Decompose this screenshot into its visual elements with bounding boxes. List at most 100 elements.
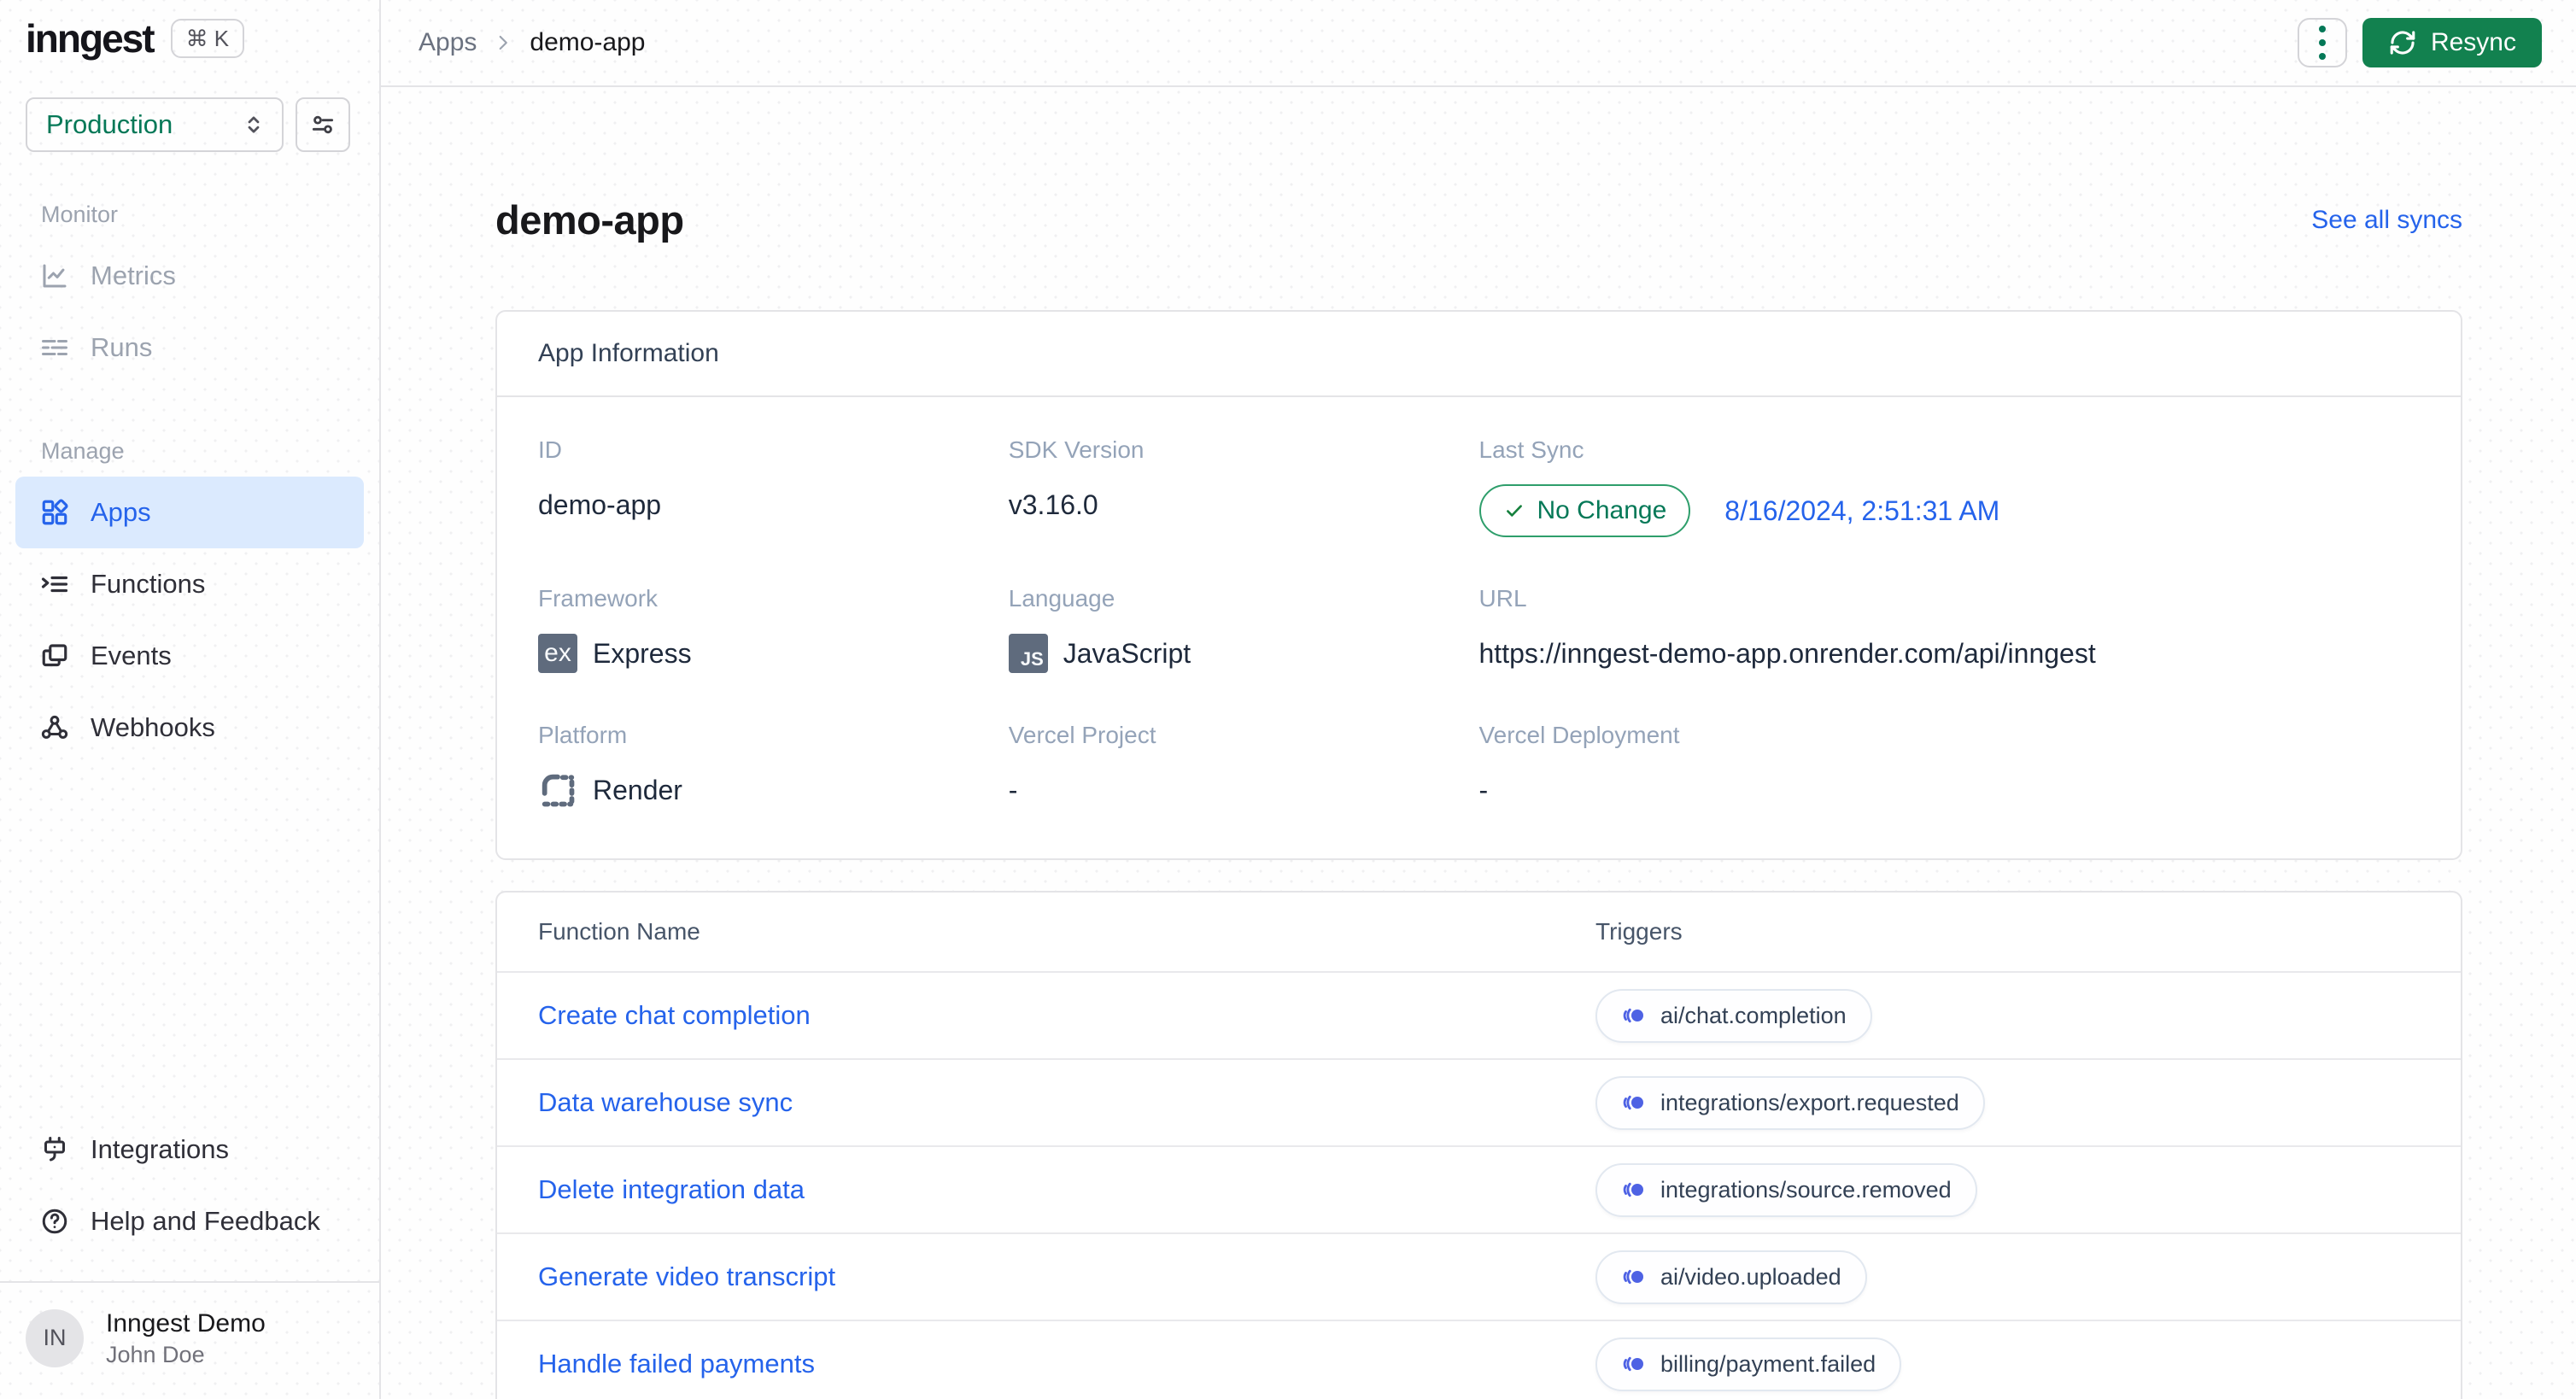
kebab-dot — [2318, 53, 2326, 60]
metrics-icon — [39, 260, 70, 291]
user-name: Inngest Demo — [106, 1308, 266, 1338]
trigger-label: billing/payment.failed — [1660, 1350, 1876, 1377]
apps-icon — [39, 497, 70, 528]
trigger-badge[interactable]: ai/chat.completion — [1595, 988, 1872, 1043]
resync-button[interactable]: Resync — [2362, 18, 2542, 67]
environment-selector[interactable]: Production — [26, 97, 284, 152]
sidebar-item-label: Metrics — [91, 260, 176, 290]
field-value: Render — [593, 774, 682, 805]
field-label: Language — [1008, 585, 1115, 612]
sidebar-footer: Integrations Help and Feedback — [0, 1114, 379, 1281]
sidebar-item-runs[interactable]: Runs — [15, 312, 364, 383]
field-platform: Platform Render — [538, 722, 1009, 811]
trigger-label: integrations/export.requested — [1660, 1089, 1959, 1115]
sidebar-item-label: Apps — [91, 497, 151, 527]
sidebar-item-functions[interactable]: Functions — [15, 548, 364, 620]
field-label: Vercel Deployment — [1478, 722, 1680, 748]
sidebar-item-label: Runs — [91, 332, 153, 362]
environment-settings-button[interactable] — [296, 97, 350, 152]
trigger-badge[interactable]: ai/video.uploaded — [1595, 1250, 1867, 1304]
event-trigger-icon — [1621, 1090, 1647, 1115]
help-icon — [39, 1206, 70, 1237]
function-link[interactable]: Delete integration data — [538, 1174, 1595, 1205]
express-icon: ex — [538, 634, 577, 673]
topbar-actions: Resync — [2297, 18, 2542, 67]
no-change-label: No Change — [1537, 496, 1667, 524]
field-id: ID demo-app — [538, 436, 1009, 537]
field-label: SDK Version — [1008, 436, 1145, 463]
trigger-badge[interactable]: integrations/export.requested — [1595, 1075, 1985, 1130]
environment-value: Production — [46, 109, 173, 139]
field-label: URL — [1478, 585, 1527, 612]
sidebar-nav-monitor: Metrics Runs — [0, 240, 379, 383]
field-url: URL https://inngest-demo-app.onrender.co… — [1479, 585, 2421, 674]
trigger-label: integrations/source.removed — [1660, 1176, 1952, 1203]
last-sync-timestamp-link[interactable]: 8/16/2024, 2:51:31 AM — [1724, 495, 1999, 527]
resync-label: Resync — [2430, 28, 2516, 56]
sidebar-item-label: Functions — [91, 569, 206, 599]
field-label: Vercel Project — [1008, 722, 1156, 748]
field-label: Framework — [538, 585, 659, 612]
sidebar-item-label: Events — [91, 641, 172, 670]
sliders-icon — [309, 111, 337, 138]
sidebar-item-label: Help and Feedback — [91, 1205, 320, 1236]
sidebar-section-manage: Manage — [41, 438, 125, 464]
field-label: Last Sync — [1478, 436, 1584, 463]
user-subtitle: John Doe — [106, 1341, 205, 1367]
see-all-syncs-link[interactable]: See all syncs — [2311, 206, 2462, 235]
table-row: Generate video transcript ai/video.uploa… — [497, 1232, 2461, 1320]
field-language: Language JS JavaScript — [1008, 585, 1479, 674]
field-value: v3.16.0 — [1008, 489, 1098, 520]
field-sdk-version: SDK Version v3.16.0 — [1009, 436, 1479, 537]
table-header: Function Name Triggers — [497, 893, 2461, 971]
command-k-shortcut[interactable]: ⌘ K — [170, 19, 245, 58]
field-value: https://inngest-demo-app.onrender.com/ap… — [1478, 637, 2096, 669]
sidebar-item-help[interactable]: Help and Feedback — [15, 1185, 364, 1257]
field-vercel-deployment: Vercel Deployment - — [1479, 722, 2421, 811]
sidebar-item-metrics[interactable]: Metrics — [15, 240, 364, 312]
chevron-right-icon — [492, 32, 514, 54]
sidebar-section-monitor: Monitor — [41, 202, 119, 227]
field-framework: Framework ex Express — [538, 585, 1009, 674]
trigger-label: ai/video.uploaded — [1660, 1263, 1841, 1290]
sidebar-item-integrations[interactable]: Integrations — [15, 1114, 364, 1185]
javascript-icon: JS — [1008, 634, 1048, 673]
field-value: Express — [593, 637, 692, 669]
event-trigger-icon — [1621, 1351, 1647, 1377]
trigger-badge[interactable]: billing/payment.failed — [1595, 1337, 1902, 1391]
event-trigger-icon — [1621, 1177, 1647, 1203]
environment-row: Production — [0, 58, 379, 152]
table-row: Create chat completion ai/chat.completio… — [497, 971, 2461, 1058]
avatar: IN — [26, 1308, 84, 1367]
inngest-logo[interactable]: inngest — [26, 19, 155, 58]
trigger-label: ai/chat.completion — [1660, 1002, 1847, 1028]
more-options-button[interactable] — [2297, 18, 2347, 67]
breadcrumb-apps[interactable]: Apps — [419, 28, 477, 57]
table-row: Delete integration data integrations/sou… — [497, 1145, 2461, 1232]
field-label: ID — [538, 436, 562, 463]
app-information-card: App Information ID demo-app SDK Version … — [495, 310, 2462, 860]
main-area: Apps demo-app Resync demo-app See all sy… — [381, 0, 2576, 1399]
function-link[interactable]: Handle failed payments — [538, 1349, 1595, 1379]
table-row: Data warehouse sync integrations/export.… — [497, 1058, 2461, 1145]
sidebar-item-label: Webhooks — [91, 712, 215, 742]
field-value: demo-app — [538, 489, 662, 520]
topbar: Apps demo-app Resync — [381, 0, 2576, 87]
no-change-badge: No Change — [1478, 484, 1691, 537]
function-link[interactable]: Generate video transcript — [538, 1261, 1595, 1292]
trigger-badge[interactable]: integrations/source.removed — [1595, 1162, 1977, 1217]
page-head: demo-app See all syncs — [495, 196, 2462, 243]
sidebar-item-apps[interactable]: Apps — [15, 477, 364, 548]
kebab-dot — [2318, 26, 2326, 32]
sidebar-item-webhooks[interactable]: Webhooks — [15, 692, 364, 764]
user-menu[interactable]: IN Inngest Demo John Doe — [0, 1280, 379, 1399]
page-content: demo-app See all syncs App Information I… — [381, 87, 2576, 1399]
function-link[interactable]: Create chat completion — [538, 1000, 1595, 1031]
sidebar-item-events[interactable]: Events — [15, 620, 364, 692]
breadcrumb: Apps demo-app — [419, 28, 645, 57]
runs-icon — [39, 332, 70, 363]
field-label: Platform — [538, 722, 628, 748]
resync-icon — [2388, 28, 2417, 57]
function-link[interactable]: Data warehouse sync — [538, 1087, 1595, 1118]
